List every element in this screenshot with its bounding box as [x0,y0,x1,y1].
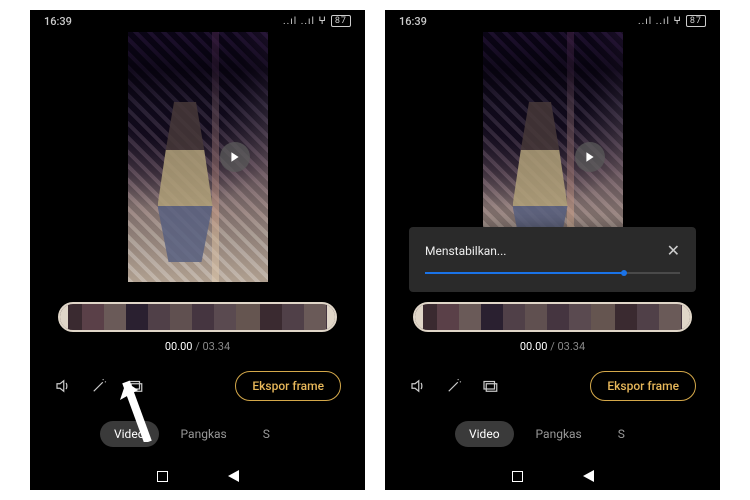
tab-more[interactable]: S [604,421,639,447]
close-icon[interactable]: ✕ [667,241,680,260]
export-frame-button[interactable]: Ekspor frame [590,371,696,401]
time-readout: 00.00 / 03.34 [413,340,692,353]
timeline: 00.00 / 03.34 [385,292,720,357]
nav-recent-icon[interactable] [157,471,168,482]
time-readout: 00.00 / 03.34 [58,340,337,353]
timeline: 00.00 / 03.34 [30,292,365,357]
dialog-title: Menstabilkan... [425,244,506,258]
time-total: 03.34 [203,340,231,353]
play-button[interactable] [220,142,250,172]
video-preview-area [30,32,365,292]
status-time: 16:39 [44,15,72,28]
status-bar: 16:39 ..ıl ..ıl ⵖ 87 [385,10,720,32]
progress-bar [425,272,680,274]
time-current: 00.00 [165,340,193,353]
signal-icon: ..ıl ..ıl ⵖ [283,16,327,27]
tab-more[interactable]: S [249,421,284,447]
tab-crop[interactable]: Pangkas [167,421,241,447]
android-nav-bar [30,462,365,490]
tab-crop[interactable]: Pangkas [522,421,596,447]
time-total: 03.34 [558,340,586,353]
signal-icon: ..ıl ..ıl ⵖ [638,16,682,27]
status-icons-right: ..ıl ..ıl ⵖ 87 [638,15,706,27]
tab-video[interactable]: Video [100,421,159,447]
mute-icon[interactable] [409,377,427,395]
nav-recent-icon[interactable] [512,471,523,482]
video-preview[interactable] [128,32,268,282]
battery-level: 87 [331,15,351,27]
status-bar: 16:39 ..ıl ..ıl ⵖ 87 [30,10,365,32]
mute-icon[interactable] [54,377,72,395]
phone-editor-right: 16:39 ..ıl ..ıl ⵖ 87 Menstabilkan... ✕ 0… [385,10,720,490]
progress-fill [425,272,624,274]
edit-tabs: Video Pangkas S [30,407,365,453]
nav-back-icon[interactable] [583,470,594,482]
time-current: 00.00 [520,340,548,353]
stabilize-wand-icon[interactable] [90,377,108,395]
filmstrip-trimmer[interactable] [413,302,692,332]
tab-video[interactable]: Video [455,421,514,447]
edit-tabs: Video Pangkas S [385,407,720,453]
phone-editor-left: 16:39 ..ıl ..ıl ⵖ 87 00.00 / 03.34 Ekspo… [30,10,365,490]
status-time: 16:39 [399,15,427,28]
tool-row: Ekspor frame [385,357,720,407]
frame-icon[interactable] [481,377,499,395]
battery-level: 87 [686,15,706,27]
export-frame-button[interactable]: Ekspor frame [235,371,341,401]
nav-back-icon[interactable] [228,470,239,482]
play-button[interactable] [575,142,605,172]
status-icons-right: ..ıl ..ıl ⵖ 87 [283,15,351,27]
android-nav-bar [385,462,720,490]
video-preview-area: Menstabilkan... ✕ [385,32,720,292]
stabilizing-dialog: Menstabilkan... ✕ [409,227,696,292]
tool-row: Ekspor frame [30,357,365,407]
stabilize-wand-icon[interactable] [445,377,463,395]
filmstrip-trimmer[interactable] [58,302,337,332]
frame-icon[interactable] [126,377,144,395]
